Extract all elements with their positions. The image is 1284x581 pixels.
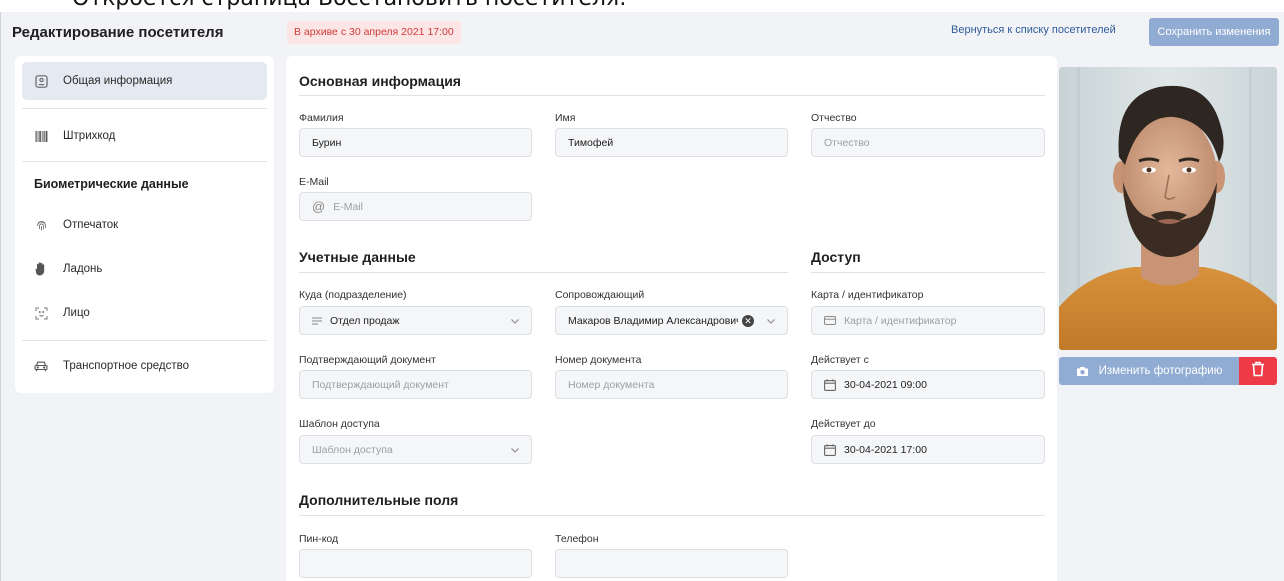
face-scan-icon [34,306,48,320]
middle-name-label: Отчество [811,112,857,124]
chevron-down-icon [766,316,776,326]
pin-label: Пин-код [299,533,339,545]
sidebar-item-label: Транспортное средство [63,360,190,372]
at-sign-icon: @ [312,199,326,214]
page-title: Редактирование посетителя [12,24,224,41]
template-label: Шаблон доступа [299,418,380,430]
valid-to-value: 30-04-2021 17:00 [844,443,927,456]
calendar-icon [824,443,836,456]
sidebar-divider [22,340,267,341]
valid-from-value: 30-04-2021 09:00 [844,378,927,391]
delete-photo-button[interactable] [1239,357,1277,385]
save-changes-button[interactable]: Сохранить изменения [1149,18,1279,46]
department-label: Куда (подразделение) [299,289,407,301]
clear-icon[interactable]: ✕ [742,315,754,327]
section-divider [299,515,1045,516]
card-input[interactable]: Карта / идентификатор [811,306,1045,335]
pin-input[interactable] [299,549,532,578]
archive-status-badge: В архиве с 30 апреля 2021 17:00 [287,21,461,44]
doc-placeholder: Подтверждающий документ [312,378,449,391]
back-to-list-link[interactable]: Вернуться к списку посетителей [951,24,1116,36]
section-divider [299,272,788,273]
template-placeholder: Шаблон доступа [312,443,393,456]
chevron-down-icon [510,445,520,455]
doc-label: Подтверждающий документ [299,354,436,366]
calendar-icon [824,378,836,391]
biometrics-heading: Биометрические данные [34,177,189,191]
department-value: Отдел продаж [330,314,400,327]
palm-icon [34,262,48,276]
chevron-down-icon [510,316,520,326]
sidebar-item-general-info[interactable]: Общая информация [22,62,267,100]
doc-input[interactable]: Подтверждающий документ [299,370,532,399]
sidebar-divider [22,108,267,109]
sidebar-item-vehicle[interactable]: Транспортное средство [22,347,267,385]
valid-from-label: Действует с [811,354,869,366]
first-name-label: Имя [555,112,576,124]
fingerprint-icon [34,218,48,232]
section-title-account: Учетные данные [299,249,416,265]
section-title-basic-info: Основная информация [299,73,461,89]
barcode-icon [34,129,48,143]
email-label: E-Mail [299,176,329,188]
sidebar-item-palm[interactable]: Ладонь [22,250,267,288]
sidebar-item-label: Штрихкод [63,130,116,142]
sidebar-item-barcode[interactable]: Штрихкод [22,117,267,155]
template-select[interactable]: Шаблон доступа [299,435,532,464]
sidebar-item-fingerprint[interactable]: Отпечаток [22,206,267,244]
doc-number-placeholder: Номер документа [568,378,655,391]
first-name-value: Тимофей [568,136,614,149]
visitor-photo [1059,67,1277,350]
id-card-icon [34,74,48,88]
email-input[interactable]: @ E-Mail [299,192,532,221]
trash-icon [1251,361,1265,382]
list-icon [312,317,322,325]
email-placeholder: E-Mail [333,200,363,213]
card-label: Карта / идентификатор [811,289,924,301]
valid-to-label: Действует до [811,418,876,430]
phone-input[interactable] [555,549,788,578]
sidebar-divider [22,161,267,162]
app-window: Редактирование посетителя В архиве с 30 … [0,12,1284,581]
phone-label: Телефон [555,533,599,545]
change-photo-label: Изменить фотографию [1098,365,1223,377]
main-form: Основная информация Фамилия Бурин Имя Ти… [286,56,1057,581]
section-divider [299,95,1045,96]
department-select[interactable]: Отдел продаж [299,306,532,335]
card-placeholder: Карта / идентификатор [844,314,957,327]
last-name-input[interactable]: Бурин [299,128,532,157]
car-icon [34,359,48,373]
escort-label: Сопровождающий [555,289,645,301]
camera-icon [1076,366,1089,377]
valid-to-input[interactable]: 30-04-2021 17:00 [811,435,1045,464]
page-header: Редактирование посетителя В архиве с 30 … [1,12,1284,54]
sidebar-item-label: Ладонь [63,263,103,275]
escort-value: Макаров Владимир Александрович [568,314,738,327]
first-name-input[interactable]: Тимофей [555,128,788,157]
middle-name-input[interactable]: Отчество [811,128,1045,157]
sidebar-item-label: Отпечаток [63,219,119,231]
last-name-label: Фамилия [299,112,344,124]
sidebar-item-face[interactable]: Лицо [22,294,267,332]
doc-number-label: Номер документа [555,354,642,366]
section-title-access: Доступ [811,249,861,265]
doc-number-input[interactable]: Номер документа [555,370,788,399]
valid-from-input[interactable]: 30-04-2021 09:00 [811,370,1045,399]
change-photo-button[interactable]: Изменить фотографию [1059,357,1239,385]
sidebar-item-label: Общая информация [63,75,173,87]
escort-select[interactable]: Макаров Владимир Александрович ✕ [555,306,788,335]
sidebar: Общая информация Штрихкод Биометрические… [15,56,274,393]
top-caption: Откроется страница Восстановить посетите… [0,0,1284,12]
caption-text: Откроется страница Восстановить посетите… [72,0,627,11]
card-icon [824,316,836,325]
section-title-extra: Дополнительные поля [299,492,459,508]
middle-name-placeholder: Отчество [824,136,870,149]
sidebar-item-label: Лицо [63,307,90,319]
last-name-value: Бурин [312,136,342,149]
section-divider [811,272,1045,273]
